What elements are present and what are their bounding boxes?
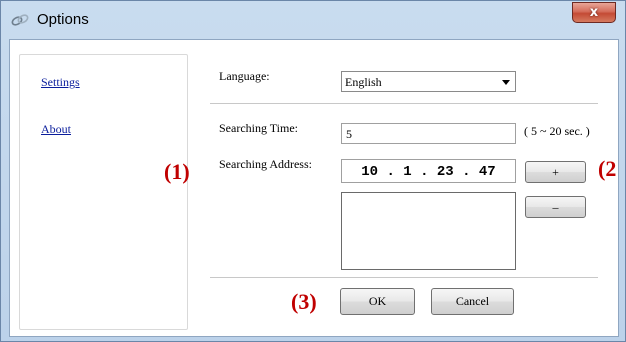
sidebar: Settings About	[19, 54, 188, 330]
sidebar-item-settings[interactable]: Settings	[41, 75, 80, 90]
chain-link-icon	[11, 14, 29, 26]
separator-bottom	[210, 277, 598, 278]
sidebar-item-about[interactable]: About	[41, 122, 71, 137]
address-list[interactable]	[341, 192, 516, 270]
window-title: Options	[37, 11, 89, 28]
title-bar[interactable]: Options x	[1, 1, 625, 37]
chevron-down-icon	[502, 80, 510, 85]
options-window: Options x Settings About Language: Engli…	[0, 0, 626, 342]
plus-icon: +	[552, 165, 559, 179]
searching-time-hint: ( 5 ~ 20 sec. )	[524, 124, 590, 138]
add-address-button[interactable]: +	[525, 161, 586, 183]
separator-top	[210, 103, 598, 104]
ok-button[interactable]: OK	[340, 288, 415, 315]
annotation-3: (3)	[291, 289, 317, 314]
ok-button-label: OK	[368, 294, 387, 308]
language-dropdown[interactable]: English	[341, 71, 516, 92]
searching-time-value: 5	[346, 127, 352, 141]
close-icon: x	[589, 5, 599, 20]
minus-icon: –	[552, 200, 559, 214]
searching-time-label: Searching Time:	[219, 121, 299, 135]
remove-address-button[interactable]: –	[525, 196, 586, 218]
annotation-2: (2	[598, 156, 617, 181]
cancel-button-label: Cancel	[455, 294, 490, 308]
searching-address-label: Searching Address:	[219, 157, 312, 171]
annotation-1: (1)	[164, 159, 190, 184]
language-label: Language:	[219, 69, 270, 83]
ip-address-input[interactable]: 10 . 1 . 23 . 47	[341, 159, 516, 183]
cancel-button[interactable]: Cancel	[431, 288, 514, 315]
searching-time-input[interactable]: 5	[341, 123, 516, 144]
language-selected-value: English	[345, 75, 382, 89]
ip-address-value: 10 . 1 . 23 . 47	[361, 164, 496, 180]
close-button[interactable]: x	[572, 2, 616, 23]
